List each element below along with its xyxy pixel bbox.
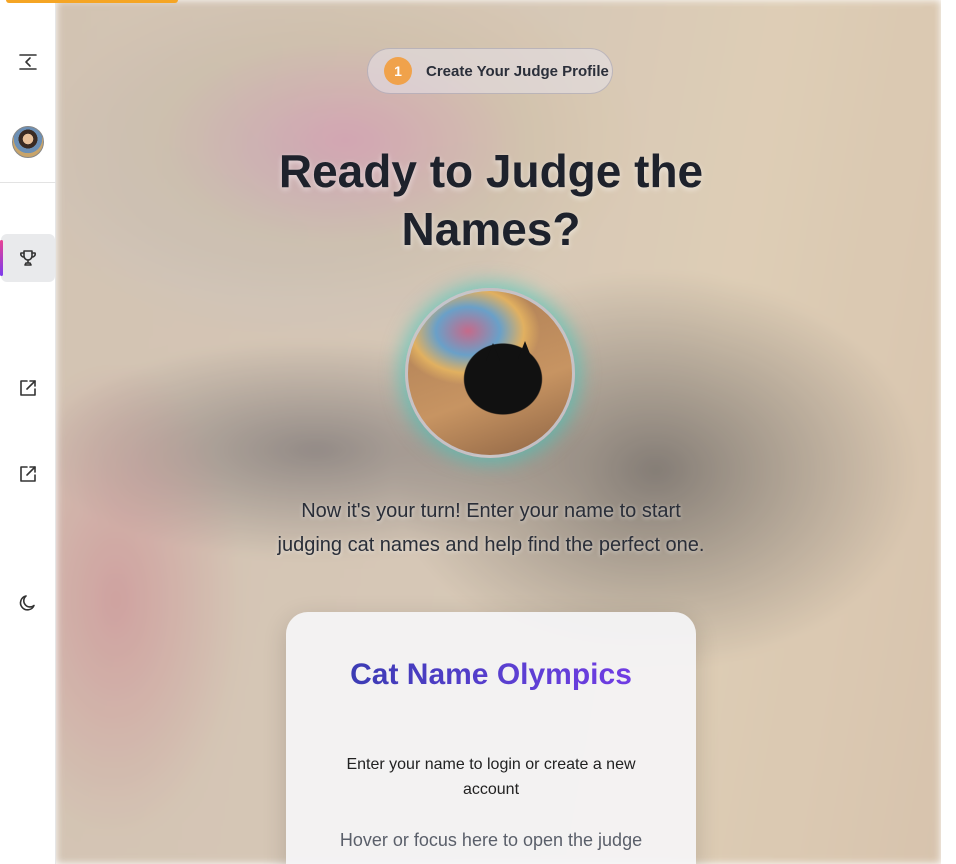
page-title: Ready to Judge the Names? [278, 145, 704, 255]
card-title: Cat Name Olympics [286, 658, 696, 692]
sidebar-external-link-1[interactable] [0, 364, 56, 412]
main-content: 1 Create Your Judge Profile Ready to Jud… [56, 0, 941, 864]
collapse-sidebar-button[interactable] [0, 38, 56, 86]
sidebar-external-link-2[interactable] [0, 450, 56, 498]
card-subtitle: Enter your name to login or create a new… [346, 756, 636, 798]
collapse-sidebar-icon [19, 54, 37, 70]
top-accent-bar [6, 0, 178, 3]
external-link-icon [20, 466, 36, 482]
step-indicator: 1 Create Your Judge Profile [367, 48, 613, 94]
trophy-icon [20, 250, 36, 266]
intro-text: Now it's your turn! Enter your name to s… [277, 500, 705, 556]
sidebar-divider [0, 182, 56, 183]
login-card: Cat Name Olympics Enter your name to log… [286, 612, 696, 864]
cat-photo [405, 288, 575, 458]
sidebar [0, 0, 56, 864]
step-number-badge: 1 [384, 57, 412, 85]
step-label: Create Your Judge Profile [426, 62, 609, 80]
sidebar-item-tournament[interactable] [0, 234, 56, 282]
external-link-icon [20, 380, 36, 396]
page-edge [941, 0, 956, 864]
theme-toggle-button[interactable] [0, 579, 56, 627]
judge-name-hover-area[interactable]: Hover or focus here to open the judge [286, 830, 696, 851]
profile-button[interactable] [0, 118, 56, 166]
moon-icon [19, 595, 35, 611]
avatar [12, 126, 44, 158]
